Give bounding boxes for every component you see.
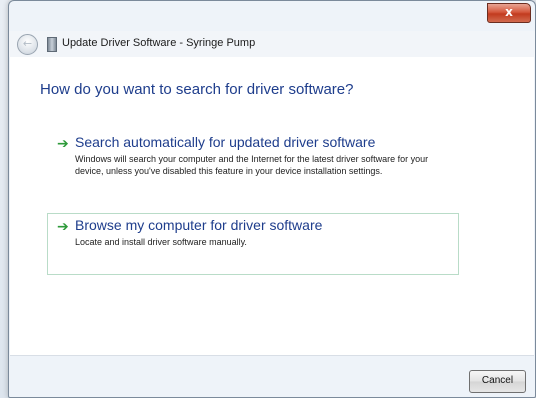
browse-computer-option[interactable]: ➔ Browse my computer for driver software…: [47, 213, 459, 275]
green-arrow-icon: ➔: [57, 219, 69, 235]
dialog-footer: Cancel: [10, 355, 534, 397]
device-icon: [47, 37, 57, 52]
option-title: Browse my computer for driver software: [75, 217, 323, 233]
back-arrow-icon: ←: [22, 37, 33, 50]
search-automatically-option[interactable]: ➔ Search automatically for updated drive…: [47, 130, 459, 198]
option-description: Windows will search your computer and th…: [75, 154, 429, 176]
window-title: Update Driver Software - Syringe Pump: [62, 37, 256, 49]
content-panel: How do you want to search for driver sof…: [10, 57, 534, 355]
green-arrow-icon: ➔: [57, 136, 69, 152]
update-driver-dialog: x ← Update Driver Software - Syringe Pum…: [8, 0, 536, 398]
title-bar: x: [9, 1, 535, 31]
close-icon: x: [505, 5, 513, 19]
option-description: Locate and install driver software manua…: [75, 237, 247, 247]
cancel-button[interactable]: Cancel: [469, 370, 526, 393]
main-heading: How do you want to search for driver sof…: [40, 81, 354, 98]
navigation-row: ← Update Driver Software - Syringe Pump: [9, 31, 535, 57]
option-title: Search automatically for updated driver …: [75, 134, 376, 150]
close-button[interactable]: x: [487, 3, 531, 23]
back-button[interactable]: ←: [17, 34, 38, 55]
